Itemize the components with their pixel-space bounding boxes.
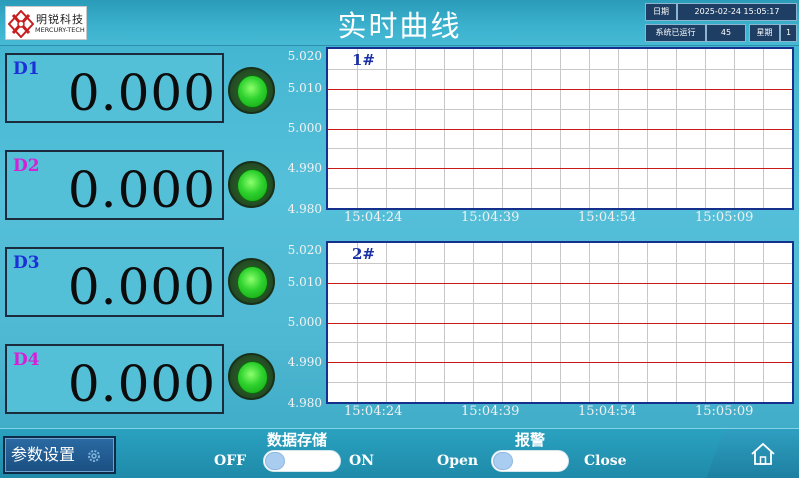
weekday-label: 星期: [749, 24, 780, 42]
y-tick-label: 4.990: [287, 355, 322, 369]
y-tick-label: 4.980: [287, 202, 322, 216]
status-indicator-d2: [228, 161, 275, 208]
display-panel-d4: D4 0.000: [5, 344, 224, 414]
home-button[interactable]: [706, 429, 799, 478]
chart-2-plot-area: 2#: [326, 241, 794, 404]
data-storage-toggle[interactable]: [263, 450, 341, 472]
chart-2-title: 2#: [352, 245, 376, 263]
chart-1-title: 1#: [352, 51, 376, 69]
alarm-open-label: Open: [437, 453, 479, 469]
chart-2-grid: [328, 243, 792, 402]
gear-icon: [88, 450, 100, 462]
display-label: D3: [13, 253, 40, 273]
chart-1-plot-area: 1#: [326, 47, 794, 210]
x-tick-label: 15:04:54: [578, 210, 637, 225]
settings-button[interactable]: 参数设置: [3, 436, 116, 474]
y-tick-label: 5.020: [287, 49, 322, 63]
status-indicator-d3: [228, 258, 275, 305]
settings-button-label: 参数设置: [11, 445, 76, 464]
chart-2-y-axis: 5.020 5.010 5.000 4.990 4.980: [280, 241, 324, 411]
y-tick-label: 5.000: [287, 121, 322, 135]
toggle-knob[interactable]: [265, 452, 285, 470]
display-label: D2: [13, 156, 40, 176]
header-bar: 明锐科技 MERCURY-TECH 实时曲线 日期 2025-02-24 15:…: [0, 0, 799, 46]
uptime-label: 系统已运行: [645, 24, 706, 42]
chart-1-grid: [328, 49, 792, 208]
y-tick-label: 5.000: [287, 315, 322, 329]
y-tick-label: 5.010: [287, 275, 322, 289]
status-indicator-d1: [228, 67, 275, 114]
storage-on-label: ON: [349, 453, 374, 469]
footer-bar: 参数设置 数据存储 OFF ON 报警 Open Close: [0, 428, 799, 478]
y-tick-label: 5.020: [287, 243, 322, 257]
display-panel-d3: D3 0.000: [5, 247, 224, 317]
display-value: 0.000: [67, 258, 216, 316]
display-value: 0.000: [67, 64, 216, 122]
date-label: 日期: [645, 3, 677, 21]
storage-off-label: OFF: [214, 453, 247, 469]
display-panel-d2: D2 0.000: [5, 150, 224, 220]
weekday-value: 1: [780, 24, 797, 42]
alarm-title: 报警: [515, 431, 546, 449]
status-info-panel: 日期 2025-02-24 15:05:17 系统已运行 45 星期 1: [645, 3, 797, 43]
date-value: 2025-02-24 15:05:17: [677, 3, 797, 21]
y-tick-label: 4.980: [287, 396, 322, 410]
home-icon: [751, 442, 775, 465]
uptime-value: 45: [706, 24, 746, 42]
data-storage-title: 数据存储: [267, 431, 328, 449]
toggle-knob[interactable]: [493, 452, 513, 470]
x-tick-label: 15:04:24: [344, 404, 403, 419]
display-label: D1: [13, 59, 40, 79]
status-indicator-d4: [228, 353, 275, 400]
x-tick-label: 15:04:39: [461, 404, 520, 419]
alarm-toggle[interactable]: [491, 450, 569, 472]
x-tick-label: 15:04:39: [461, 210, 520, 225]
display-value: 0.000: [67, 161, 216, 219]
x-tick-label: 15:05:09: [695, 210, 754, 225]
display-panel-d1: D1 0.000: [5, 53, 224, 123]
x-tick-label: 15:04:54: [578, 404, 637, 419]
y-tick-label: 5.010: [287, 81, 322, 95]
display-value: 0.000: [67, 355, 216, 413]
alarm-close-label: Close: [584, 453, 627, 469]
chart-1-y-axis: 5.020 5.010 5.000 4.990 4.980: [280, 47, 324, 217]
display-label: D4: [13, 350, 40, 370]
x-tick-label: 15:04:24: [344, 210, 403, 225]
x-tick-label: 15:05:09: [695, 404, 754, 419]
y-tick-label: 4.990: [287, 161, 322, 175]
